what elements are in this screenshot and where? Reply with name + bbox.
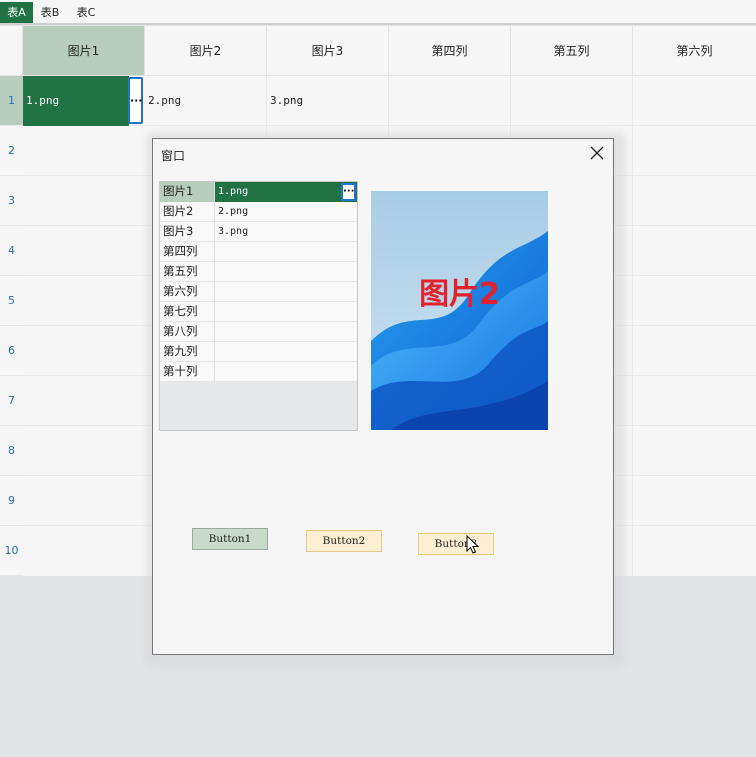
property-row[interactable]: 第十列 — [160, 362, 357, 382]
property-row[interactable]: 第六列 — [160, 282, 357, 302]
property-value[interactable] — [215, 342, 357, 362]
sheet-tab-b[interactable]: 表B — [35, 2, 65, 23]
property-name: 第四列 — [160, 242, 215, 262]
property-name: 图片1 — [160, 182, 215, 202]
property-row[interactable]: 第五列 — [160, 262, 357, 282]
column-header-2[interactable]: 图片2 — [145, 26, 267, 76]
property-value[interactable]: 1.png — [215, 182, 357, 202]
property-value[interactable] — [215, 282, 357, 302]
row-header-10[interactable]: 10 — [0, 526, 23, 576]
grid-line — [632, 76, 633, 576]
row-header-6[interactable]: 6 — [0, 326, 23, 376]
column-header-5[interactable]: 第五列 — [511, 26, 633, 76]
grid-corner[interactable] — [0, 26, 23, 76]
preview-overlay-text: 图片2 — [419, 277, 500, 312]
row-header-7[interactable]: 7 — [0, 376, 23, 426]
property-name: 第七列 — [160, 302, 215, 322]
property-row[interactable]: 第八列 — [160, 322, 357, 342]
property-grid: 图片1 1.png ··· 图片2 2.png 图片3 3.png 第四列 第五… — [159, 181, 358, 431]
property-name: 图片3 — [160, 222, 215, 242]
close-icon[interactable] — [589, 145, 605, 161]
sheet-tab-a[interactable]: 表A — [0, 2, 33, 23]
property-row[interactable]: 图片3 3.png — [160, 222, 357, 242]
property-row[interactable]: 图片2 2.png — [160, 202, 357, 222]
property-value[interactable]: 2.png — [215, 202, 357, 222]
property-value[interactable] — [215, 322, 357, 342]
row-header-1[interactable]: 1 — [0, 76, 23, 126]
row-header-4[interactable]: 4 — [0, 226, 23, 276]
column-header-6[interactable]: 第六列 — [633, 26, 756, 76]
property-row[interactable]: 第九列 — [160, 342, 357, 362]
property-value[interactable] — [215, 262, 357, 282]
row-header-5[interactable]: 5 — [0, 276, 23, 326]
column-header-4[interactable]: 第四列 — [389, 26, 511, 76]
column-header-3[interactable]: 图片3 — [267, 26, 389, 76]
property-value[interactable]: 3.png — [215, 222, 357, 242]
mouse-cursor-icon — [466, 535, 480, 554]
row-header-2[interactable]: 2 — [0, 126, 23, 176]
dialog-title: 窗口 — [161, 149, 186, 163]
image-preview: 图片2 — [371, 191, 548, 430]
dialog-window: 窗口 图片1 1.png ··· 图片2 2.png 图片3 3.png 第四列… — [152, 138, 614, 655]
button-3[interactable]: Button3 — [418, 533, 494, 555]
property-name: 第八列 — [160, 322, 215, 342]
sheet-tab-c[interactable]: 表C — [71, 2, 101, 23]
row-header-9[interactable]: 9 — [0, 476, 23, 526]
property-name: 第五列 — [160, 262, 215, 282]
button-2[interactable]: Button2 — [306, 530, 382, 552]
sheet-tab-bar: 表A 表B 表C — [0, 0, 756, 25]
property-row[interactable]: 第四列 — [160, 242, 357, 262]
property-row[interactable]: 图片1 1.png ··· — [160, 182, 357, 202]
property-value[interactable] — [215, 302, 357, 322]
property-row[interactable]: 第七列 — [160, 302, 357, 322]
cell-a1-ellipsis-button[interactable]: ··· — [128, 77, 143, 124]
property-ellipsis-button[interactable]: ··· — [341, 183, 356, 201]
cell-c1[interactable]: 3.png — [267, 76, 387, 126]
property-name: 第十列 — [160, 362, 215, 382]
property-value[interactable] — [215, 362, 357, 382]
row-header-3[interactable]: 3 — [0, 176, 23, 226]
cell-b1[interactable]: 2.png — [145, 76, 265, 126]
row-header-8[interactable]: 8 — [0, 426, 23, 476]
property-value[interactable] — [215, 242, 357, 262]
grid-line — [23, 125, 756, 126]
property-name: 第六列 — [160, 282, 215, 302]
property-name: 第九列 — [160, 342, 215, 362]
cell-a1[interactable]: 1.png — [23, 76, 129, 126]
property-name: 图片2 — [160, 202, 215, 222]
column-header-1[interactable]: 图片1 — [23, 26, 145, 76]
button-1[interactable]: Button1 — [192, 528, 268, 550]
